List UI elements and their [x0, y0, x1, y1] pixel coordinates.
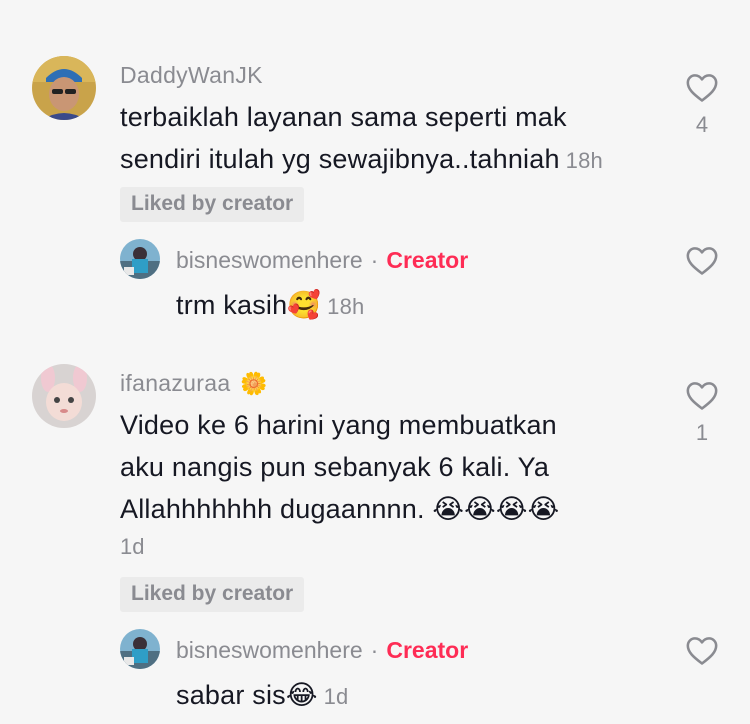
- username-text[interactable]: DaddyWanJK: [120, 62, 263, 88]
- comment-item: ifanazuraa 🌼 Video ke 6 harini yang membu…: [0, 350, 750, 724]
- comment-username[interactable]: DaddyWanJK: [120, 62, 263, 89]
- comment-item: DaddyWanJK terbaiklah layanan sama seper…: [0, 0, 750, 350]
- creator-badge: Creator: [386, 637, 469, 663]
- like-heart-icon[interactable]: [685, 379, 719, 411]
- liked-by-creator-badge: Liked by creator: [120, 577, 305, 612]
- reply-avatar[interactable]: [120, 239, 160, 279]
- smiling-hearts-emoji: 🥰: [287, 290, 322, 321]
- reply-text-content: trm kasih: [176, 290, 288, 320]
- liked-by-creator-badge: Liked by creator: [120, 187, 305, 222]
- comment-text: Video ke 6 harini yang membuatkan aku na…: [120, 404, 559, 531]
- comment-text-line: Video ke 6 harini yang membuatkan: [120, 410, 557, 440]
- like-count: 4: [695, 112, 709, 137]
- reply-username[interactable]: bisneswomenhere: [176, 637, 363, 663]
- comment-text-line: Allahhhhhhh dugaannnn. 😭😭😭😭: [120, 488, 559, 531]
- like-count: 1: [695, 420, 709, 445]
- username-text[interactable]: ifanazuraa: [120, 370, 230, 396]
- reply-time: 1d: [323, 684, 349, 709]
- crying-emoji: 😭😭😭😭: [432, 494, 560, 525]
- reply-text: sabar sis😂 1d: [176, 674, 348, 718]
- reply-header: bisneswomenhere · Creator: [176, 247, 468, 274]
- creator-badge: Creator: [386, 247, 469, 273]
- comment-text-line-3: Allahhhhhhh dugaannnn.: [120, 494, 425, 524]
- separator-dot: ·: [370, 247, 379, 273]
- blossom-emoji: 🌼: [240, 372, 269, 397]
- laughing-tears-emoji: 😂: [285, 680, 318, 711]
- comment-time: 18h: [565, 148, 603, 173]
- reply-text-content: sabar sis: [176, 680, 286, 710]
- like-heart-icon[interactable]: [685, 244, 719, 276]
- reply-username[interactable]: bisneswomenhere: [176, 247, 363, 273]
- user-avatar[interactable]: [32, 56, 96, 120]
- comment-text-line: aku nangis pun sebanyak 6 kali. Ya: [120, 452, 550, 482]
- like-heart-icon[interactable]: [685, 71, 719, 103]
- comment-text-line-2: sendiri itulah yg sewajibnya..tahniah: [120, 144, 560, 174]
- comment-text-line: terbaiklah layanan sama seperti mak: [120, 102, 567, 132]
- comment-time: 1d: [120, 534, 145, 559]
- comment-text-line: sendiri itulah yg sewajibnya..tahniah 18h: [120, 138, 603, 182]
- user-avatar[interactable]: [32, 364, 96, 428]
- reply-time: 18h: [327, 294, 365, 319]
- like-heart-icon[interactable]: [685, 634, 719, 666]
- separator-dot: ·: [370, 637, 379, 663]
- comment-text: terbaiklah layanan sama seperti mak send…: [120, 96, 603, 182]
- reply-avatar[interactable]: [120, 629, 160, 669]
- reply-header: bisneswomenhere · Creator: [176, 637, 468, 664]
- reply-text: trm kasih🥰 18h: [176, 284, 364, 328]
- comment-username[interactable]: ifanazuraa 🌼: [120, 370, 268, 397]
